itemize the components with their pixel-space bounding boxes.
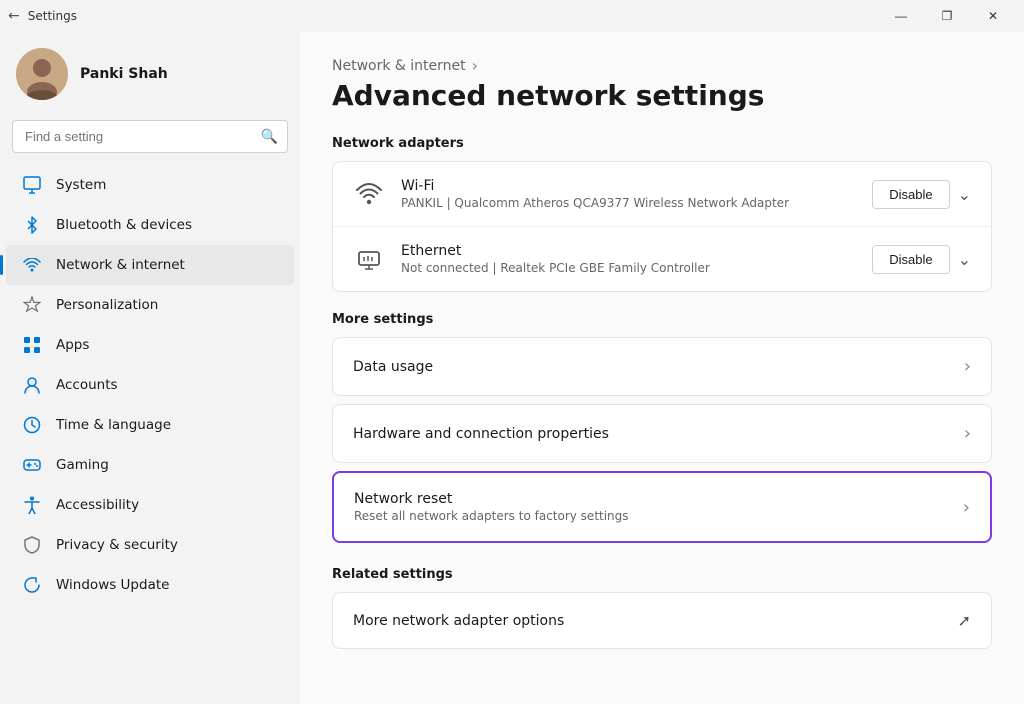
search-icon: 🔍 [261, 129, 278, 145]
nav-item-accounts[interactable]: Accounts [6, 365, 294, 405]
wifi-disable-button[interactable]: Disable [872, 180, 949, 209]
wifi-name: Wi-Fi [401, 178, 872, 194]
data-usage-label: Data usage [353, 359, 964, 375]
accounts-icon [22, 375, 42, 395]
apps-icon [22, 335, 42, 355]
nav-item-gaming[interactable]: Gaming [6, 445, 294, 485]
ethernet-adapter-item[interactable]: Ethernet Not connected | Realtek PCIe GB… [333, 227, 991, 291]
ethernet-actions: Disable ⌄ [872, 245, 971, 274]
nav-item-apps[interactable]: Apps [6, 325, 294, 365]
search-box: 🔍 [12, 120, 288, 153]
privacy-icon [22, 535, 42, 555]
hardware-chevron: › [964, 423, 971, 444]
wifi-icon [353, 178, 385, 210]
accessibility-icon [22, 495, 42, 515]
time-icon [22, 415, 42, 435]
ethernet-icon [353, 243, 385, 275]
nav-item-privacy[interactable]: Privacy & security [6, 525, 294, 565]
related-section: Related settings More network adapter op… [332, 567, 992, 649]
ethernet-disable-button[interactable]: Disable [872, 245, 949, 274]
user-name: Panki Shah [80, 66, 168, 82]
nav-item-network[interactable]: Network & internet [6, 245, 294, 285]
nav-item-personalization[interactable]: Personalization [6, 285, 294, 325]
ethernet-detail: Not connected | Realtek PCIe GBE Family … [401, 261, 872, 275]
adapter-options-label: More network adapter options [353, 613, 958, 629]
external-link-icon: ➚ [958, 611, 971, 630]
network-reset-subtitle: Reset all network adapters to factory se… [354, 509, 963, 523]
adapters-section-title: Network adapters [332, 136, 992, 151]
back-icon[interactable]: ← [8, 8, 20, 24]
nav-item-update[interactable]: Windows Update [6, 565, 294, 605]
nav-item-bluetooth[interactable]: Bluetooth & devices [6, 205, 294, 245]
nav-label-accessibility: Accessibility [56, 497, 139, 513]
nav-label-time: Time & language [56, 417, 171, 433]
wifi-adapter-item[interactable]: Wi-Fi PANKIL | Qualcomm Atheros QCA9377 … [333, 162, 991, 227]
ethernet-text: Ethernet Not connected | Realtek PCIe GB… [401, 243, 872, 275]
app-title: Settings [28, 9, 77, 23]
search-input[interactable] [12, 120, 288, 153]
hardware-label: Hardware and connection properties [353, 426, 964, 442]
system-icon [22, 175, 42, 195]
gaming-icon [22, 455, 42, 475]
wifi-actions: Disable ⌄ [872, 180, 971, 209]
breadcrumb: Network & internet › [332, 56, 992, 75]
network-reset-text: Network reset Reset all network adapters… [354, 491, 963, 523]
nav-label-update: Windows Update [56, 577, 169, 593]
network-reset-label: Network reset [354, 491, 963, 507]
nav-item-system[interactable]: System [6, 165, 294, 205]
ethernet-name: Ethernet [401, 243, 872, 259]
nav-label-privacy: Privacy & security [56, 537, 178, 553]
avatar [16, 48, 68, 100]
nav-label-personalization: Personalization [56, 297, 158, 313]
more-settings-title: More settings [332, 312, 992, 327]
title-bar: ← Settings — ❐ ✕ [0, 0, 1024, 32]
adapter-options-text: More network adapter options [353, 613, 958, 629]
nav-label-system: System [56, 177, 106, 193]
window-controls: — ❐ ✕ [878, 0, 1016, 32]
related-settings-title: Related settings [332, 567, 992, 582]
nav-label-gaming: Gaming [56, 457, 109, 473]
data-usage-text: Data usage [353, 359, 964, 375]
update-icon [22, 575, 42, 595]
bluetooth-icon [22, 215, 42, 235]
more-adapter-options-item[interactable]: More network adapter options ➚ [332, 592, 992, 649]
breadcrumb-separator: › [472, 56, 478, 75]
app-body: Panki Shah 🔍 System Blu [0, 32, 1024, 704]
hardware-text: Hardware and connection properties [353, 426, 964, 442]
wifi-expand-icon[interactable]: ⌄ [958, 185, 971, 204]
nav-label-apps: Apps [56, 337, 89, 353]
personalization-icon [22, 295, 42, 315]
close-button[interactable]: ✕ [970, 0, 1016, 32]
adapters-card-group: Wi-Fi PANKIL | Qualcomm Atheros QCA9377 … [332, 161, 992, 292]
nav-label-bluetooth: Bluetooth & devices [56, 217, 192, 233]
main-content: Network & internet › Advanced network se… [300, 32, 1024, 704]
wifi-text: Wi-Fi PANKIL | Qualcomm Atheros QCA9377 … [401, 178, 872, 210]
network-icon [22, 255, 42, 275]
hardware-properties-item[interactable]: Hardware and connection properties › [332, 404, 992, 463]
maximize-button[interactable]: ❐ [924, 0, 970, 32]
sidebar: Panki Shah 🔍 System Blu [0, 32, 300, 704]
nav-label-network: Network & internet [56, 257, 185, 273]
wifi-detail: PANKIL | Qualcomm Atheros QCA9377 Wirele… [401, 196, 872, 210]
page-title: Advanced network settings [332, 79, 992, 112]
user-profile[interactable]: Panki Shah [0, 32, 300, 116]
data-usage-chevron: › [964, 356, 971, 377]
ethernet-expand-icon[interactable]: ⌄ [958, 250, 971, 269]
breadcrumb-link[interactable]: Network & internet [332, 58, 466, 74]
nav-item-time[interactable]: Time & language [6, 405, 294, 445]
data-usage-item[interactable]: Data usage › [332, 337, 992, 396]
nav-label-accounts: Accounts [56, 377, 118, 393]
nav-item-accessibility[interactable]: Accessibility [6, 485, 294, 525]
network-reset-chevron: › [963, 497, 970, 518]
network-reset-item[interactable]: Network reset Reset all network adapters… [332, 471, 992, 543]
minimize-button[interactable]: — [878, 0, 924, 32]
